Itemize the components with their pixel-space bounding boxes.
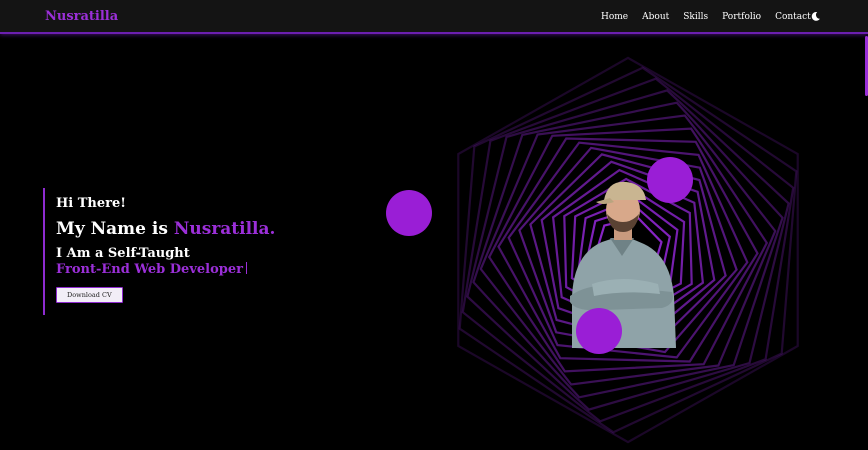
decorative-circle bbox=[386, 190, 432, 236]
name-prefix: My Name is bbox=[56, 219, 174, 239]
role-typing: Front-End Web Developer bbox=[56, 262, 275, 277]
role-text: Front-End Web Developer bbox=[56, 262, 243, 277]
typing-cursor bbox=[245, 262, 247, 274]
download-cv-button[interactable]: Download CV bbox=[56, 287, 123, 303]
greeting: Hi There! bbox=[56, 196, 126, 211]
name-highlight: Nusratilla. bbox=[173, 219, 276, 239]
hero-intro: Hi There! My Name is Nusratilla. I Am a … bbox=[43, 188, 275, 315]
tagline: I Am a Self-Taught bbox=[56, 246, 190, 261]
decorative-circle bbox=[576, 308, 622, 354]
name-heading: My Name is Nusratilla. bbox=[56, 219, 275, 239]
